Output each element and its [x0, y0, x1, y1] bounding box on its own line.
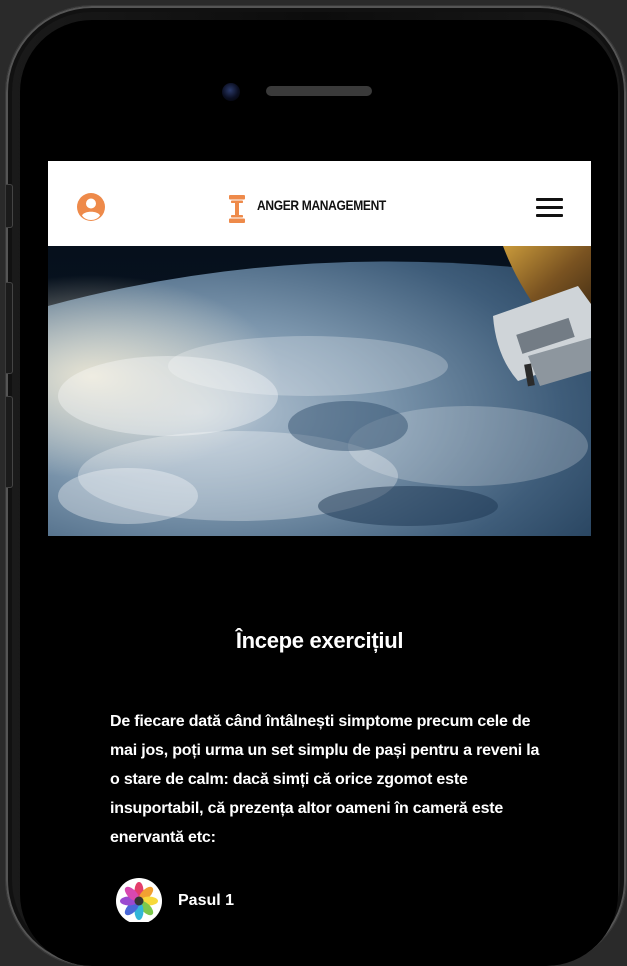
user-circle-icon[interactable]: [77, 193, 105, 221]
earpiece-speaker: [266, 86, 372, 96]
app-header: ANGER MANAGEMENT: [48, 161, 591, 246]
dumbbell-icon[interactable]: [228, 194, 246, 224]
flower-avatar-icon: [116, 878, 162, 922]
brand-name[interactable]: ANGER MANAGEMENT: [257, 197, 386, 213]
exercise-section: Începe exercițiul De fiecare dată când î…: [48, 536, 591, 922]
page-title: Începe exercițiul: [235, 628, 404, 653]
step-label: Pasul 1: [178, 892, 235, 909]
mute-switch: [6, 184, 13, 228]
hamburger-menu-icon[interactable]: [536, 198, 563, 218]
volume-up-button: [6, 282, 13, 374]
volume-down-button: [6, 396, 13, 488]
intro-paragraph: De fiecare dată când întâlnești simptome…: [110, 713, 540, 846]
earth-satellite-illustration: [48, 246, 591, 536]
hero-image: [48, 246, 591, 536]
app-screen: ANGER MANAGEMENT Începe exercițiul De fi…: [48, 161, 591, 922]
front-camera: [222, 83, 240, 101]
list-item[interactable]: Pasul 1: [116, 878, 235, 922]
